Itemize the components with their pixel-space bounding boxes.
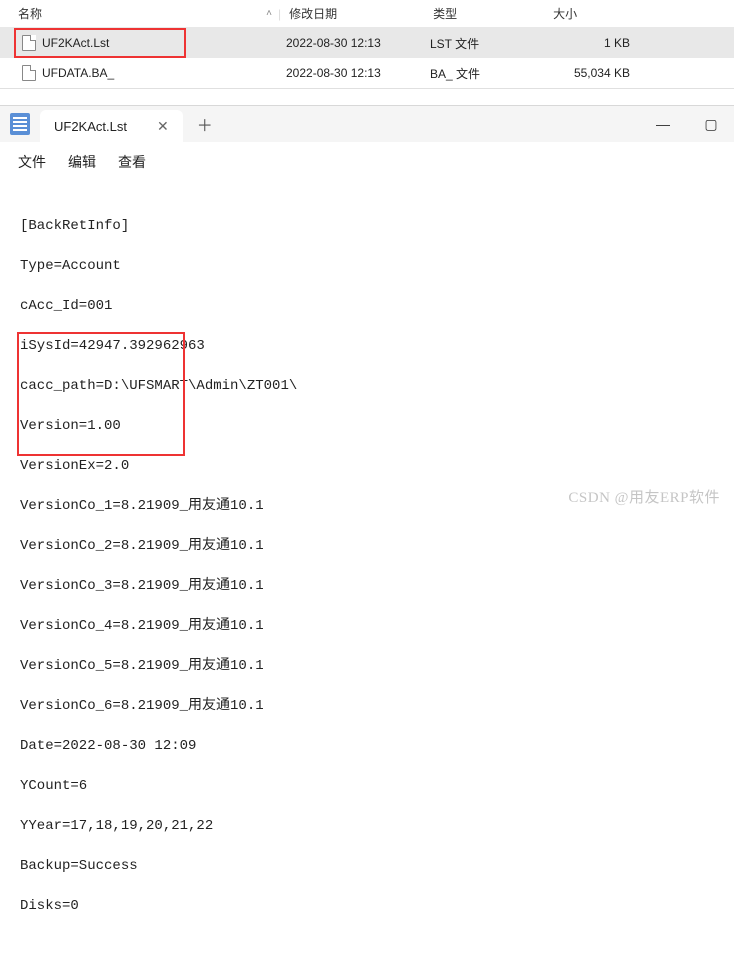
- text-line: VersionCo_6=8.21909_用友通10.1: [20, 696, 714, 716]
- maximize-button[interactable]: ▢: [696, 116, 726, 133]
- text-line: YCount=6: [20, 776, 714, 796]
- col-header-name[interactable]: 名称 ˄: [0, 5, 278, 22]
- notepad-window: UF2KAct.Lst ✕ ＋ — ▢ 文件 编辑 查看 [BackRetInf…: [0, 105, 734, 956]
- text-line: Type=Account: [20, 256, 714, 276]
- file-icon: [22, 35, 36, 51]
- text-line: Backup=Success: [20, 856, 714, 876]
- text-line: Date=2022-08-30 12:09: [20, 736, 714, 756]
- text-line: VersionCo_2=8.21909_用友通10.1: [20, 536, 714, 556]
- minimize-button[interactable]: —: [648, 116, 678, 132]
- menu-view[interactable]: 查看: [118, 152, 146, 172]
- file-name: UFDATA.BA_: [42, 66, 114, 80]
- col-header-date[interactable]: 修改日期: [281, 5, 425, 22]
- notepad-icon: [10, 113, 30, 135]
- file-size: 55,034 KB: [542, 66, 642, 80]
- text-line: cAcc_Id=001: [20, 296, 714, 316]
- tab-active[interactable]: UF2KAct.Lst ✕: [40, 110, 183, 142]
- new-tab-button[interactable]: ＋: [197, 112, 213, 136]
- editor-content[interactable]: [BackRetInfo] Type=Account cAcc_Id=001 i…: [0, 182, 734, 956]
- file-row[interactable]: UFDATA.BA_ 2022-08-30 12:13 BA_ 文件 55,03…: [0, 58, 734, 88]
- file-date: 2022-08-30 12:13: [278, 66, 422, 80]
- text-line: VersionCo_1=8.21909_用友通10.1: [20, 496, 714, 516]
- close-tab-icon[interactable]: ✕: [157, 118, 169, 135]
- menu-bar: 文件 编辑 查看: [0, 142, 734, 182]
- col-header-type[interactable]: 类型: [425, 5, 545, 22]
- menu-edit[interactable]: 编辑: [68, 152, 96, 172]
- text-line: VersionCo_3=8.21909_用友通10.1: [20, 576, 714, 596]
- col-header-size[interactable]: 大小: [545, 5, 645, 22]
- menu-file[interactable]: 文件: [18, 152, 46, 172]
- tab-title: UF2KAct.Lst: [54, 119, 127, 134]
- text-line: [BackRetInfo]: [20, 216, 714, 236]
- text-line: Version=1.00: [20, 416, 714, 436]
- file-row[interactable]: UF2KAct.Lst 2022-08-30 12:13 LST 文件 1 KB: [0, 28, 734, 58]
- text-line: VersionEx=2.0: [20, 456, 714, 476]
- file-explorer: 名称 ˄ | 修改日期 类型 大小 UF2KAct.Lst 2022-08-30…: [0, 0, 734, 89]
- text-line: cacc_path=D:\UFSMART\Admin\ZT001\: [20, 376, 714, 396]
- text-line: VersionCo_4=8.21909_用友通10.1: [20, 616, 714, 636]
- file-list-header: 名称 ˄ | 修改日期 类型 大小: [0, 0, 734, 28]
- file-icon: [22, 65, 36, 81]
- file-name: UF2KAct.Lst: [42, 36, 109, 50]
- text-line: VersionCo_5=8.21909_用友通10.1: [20, 656, 714, 676]
- text-line: iSysId=42947.392962963: [20, 336, 714, 356]
- col-header-name-label: 名称: [18, 5, 42, 22]
- file-type: BA_ 文件: [422, 65, 542, 82]
- text-line: Disks=0: [20, 896, 714, 916]
- text-line: YYear=17,18,19,20,21,22: [20, 816, 714, 836]
- tab-bar: UF2KAct.Lst ✕ ＋ — ▢: [0, 106, 734, 142]
- file-date: 2022-08-30 12:13: [278, 36, 422, 50]
- file-size: 1 KB: [542, 36, 642, 50]
- sort-arrow-icon: ˄: [266, 8, 272, 19]
- file-type: LST 文件: [422, 35, 542, 52]
